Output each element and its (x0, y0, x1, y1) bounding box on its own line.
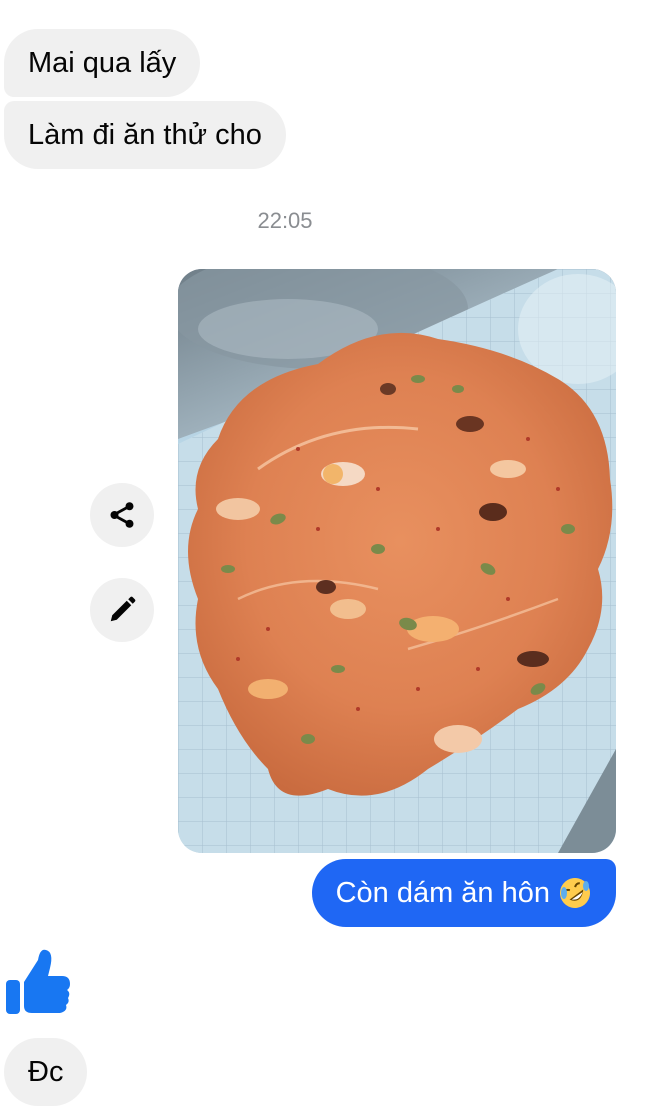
message-text: Còn dám ăn hôn (335, 877, 550, 909)
food-photo[interactable] (178, 269, 616, 853)
share-icon (110, 502, 134, 528)
thumbs-up-icon (6, 949, 70, 1014)
message-text: Mai qua lấy (28, 47, 177, 79)
rolling-on-floor-laughing-emoji (560, 878, 590, 908)
edit-button[interactable] (90, 578, 154, 642)
food-photo-illustration (178, 269, 616, 853)
incoming-message[interactable]: Mai qua lấy (4, 29, 201, 97)
outgoing-message[interactable]: Còn dám ăn hôn (311, 859, 616, 927)
message-timestamp: 22:05 (257, 208, 313, 233)
incoming-message[interactable]: Làm đi ăn thử cho (4, 101, 286, 169)
share-button[interactable] (90, 483, 154, 547)
message-text: Đc (28, 1056, 64, 1088)
like-reaction[interactable] (4, 946, 72, 1016)
incoming-message[interactable]: Đc (4, 1038, 88, 1106)
message-text: Làm đi ăn thử cho (28, 119, 262, 151)
pencil-icon (110, 596, 136, 622)
